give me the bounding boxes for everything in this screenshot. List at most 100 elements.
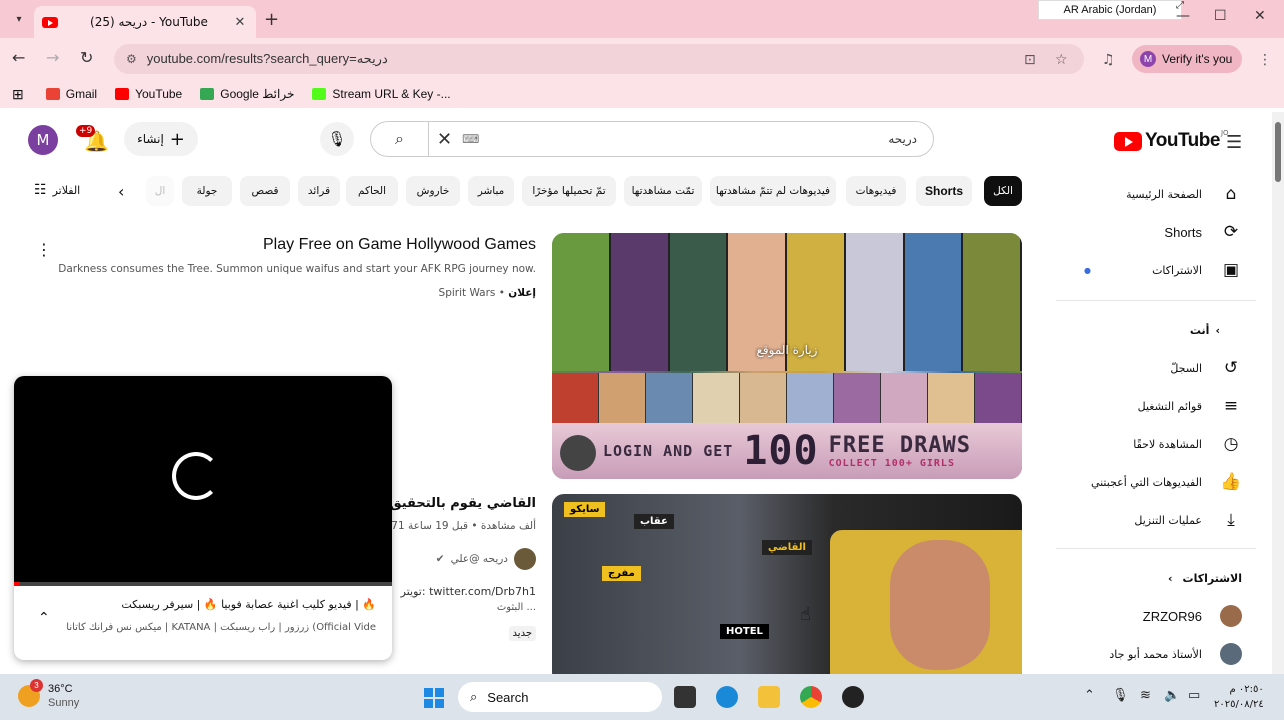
mini-player[interactable]: فيديو كليب اغنية عصابة فوبيا 🔥 | سيرفر ر…: [14, 376, 392, 660]
taskbar-search[interactable]: ⌕ Search: [458, 682, 662, 712]
chip-stories[interactable]: قصص: [240, 176, 290, 206]
bookmark-stream[interactable]: Stream URL & Key -...: [312, 87, 451, 101]
page-scrollbar[interactable]: [1272, 112, 1284, 674]
forward-icon[interactable]: →: [46, 48, 59, 67]
verify-profile-button[interactable]: M Verify it's you: [1132, 45, 1242, 73]
install-app-icon[interactable]: ⊡: [1024, 52, 1036, 68]
chip-recent[interactable]: تمّ تحميلها مؤخرًا: [522, 176, 616, 206]
file-explorer-icon[interactable]: [758, 686, 780, 708]
chip-live[interactable]: مباشر: [468, 176, 514, 206]
chip-unwatched[interactable]: فيديوهات لم تتمّ مشاهدتها: [710, 176, 836, 206]
chevron-left-icon[interactable]: ‹: [118, 182, 124, 201]
minimize-icon[interactable]: —: [1176, 8, 1190, 24]
chip-faded[interactable]: ال: [146, 176, 174, 206]
hamburger-menu-icon[interactable]: ☰: [1226, 132, 1242, 153]
account-avatar[interactable]: M: [28, 125, 58, 155]
chip-watched[interactable]: تمّت مشاهدتها: [624, 176, 702, 206]
sidebar-subs-header[interactable]: ‹ الاشتراكات: [1056, 560, 1256, 596]
sidebar-you-header[interactable]: أنت ‹: [1056, 312, 1256, 348]
chip-all[interactable]: الكل: [984, 176, 1022, 206]
video-channel[interactable]: ✔ دريحه @علي: [436, 548, 536, 570]
tab-search-chevron-icon[interactable]: ▾: [8, 8, 30, 30]
new-tab-icon[interactable]: +: [264, 9, 279, 30]
weather-condition: Sunny: [48, 697, 80, 709]
windows-start-icon[interactable]: [424, 688, 444, 708]
reload-icon[interactable]: ↻: [80, 48, 93, 67]
chip-videos[interactable]: فيديوهات: [846, 176, 906, 206]
you-label: أنت: [1189, 323, 1210, 337]
battery-icon[interactable]: ▭: [1188, 688, 1200, 703]
sidebar-sub-teacher[interactable]: الأستاذ محمد أبو جاد: [1056, 636, 1256, 672]
more-options-icon[interactable]: ⋮: [36, 240, 52, 259]
sidebar-item-playlists[interactable]: قوائم التشغيل ≡: [1056, 388, 1256, 424]
keyboard-icon[interactable]: ⌨: [462, 132, 479, 146]
ad-banner: LOGIN AND GET 100 FREE DRAWS COLLECT 100…: [552, 423, 1022, 479]
sidebar-item-watch-later[interactable]: المشاهدة لاحقًا ◷: [1056, 426, 1256, 462]
ad-badge-icon: [560, 435, 596, 471]
verify-label: Verify it's you: [1162, 52, 1233, 66]
sidebar-item-home[interactable]: الصفحة الرئيسية ⌂: [1056, 176, 1256, 212]
mini-player-video[interactable]: [14, 376, 392, 586]
browser-tab[interactable]: (25) دريحه - YouTube ✕: [34, 6, 256, 38]
bookmark-youtube[interactable]: YouTube: [115, 87, 182, 101]
chip-hakem[interactable]: الحاكم: [346, 176, 398, 206]
sidebar-item-downloads[interactable]: عمليات التنزيل ⤓: [1056, 502, 1256, 538]
filters-button[interactable]: ☷ الفلاتر: [34, 182, 80, 198]
back-icon[interactable]: ←: [12, 48, 25, 67]
ad-title[interactable]: Play Free on Game Hollywood Games: [263, 236, 536, 254]
sidebar-sub-zrzor[interactable]: ZRZOR96: [1056, 598, 1256, 634]
volume-icon[interactable]: 🔈: [1164, 688, 1180, 703]
chip-tour[interactable]: جولة: [182, 176, 232, 206]
chevron-up-icon[interactable]: ⌃: [38, 610, 50, 626]
visit-site-label[interactable]: زيارة الموقع: [552, 343, 1022, 357]
video-thumbnail[interactable]: سايكو عقاب القاضي مفرج HOTEL: [552, 494, 1022, 674]
tab-close-icon[interactable]: ✕: [232, 15, 248, 30]
mini-progress-bar[interactable]: [14, 582, 392, 586]
system-clock[interactable]: ٠٢:٥٠ م ٢٠٢٥/٠٨/٢٤: [1214, 682, 1264, 712]
close-window-icon[interactable]: ✕: [1254, 8, 1266, 24]
filter-chips: ☷ الفلاتر ‹ الكل Shorts فيديوهات فيديوها…: [0, 176, 1030, 208]
sidebar-item-shorts[interactable]: Shorts ⟳: [1056, 214, 1256, 250]
chip-qarayed[interactable]: قرائد: [298, 176, 340, 206]
address-bar[interactable]: ⚙ youtube.com/results?search_query=دريحه: [114, 44, 1084, 74]
obs-icon[interactable]: [842, 686, 864, 708]
media-controls-icon[interactable]: ♫: [1102, 52, 1115, 68]
new-badge: جديد: [508, 626, 536, 641]
create-button[interactable]: إنشاء +: [124, 122, 198, 156]
watch-later-icon: ◷: [1223, 434, 1239, 454]
wifi-icon[interactable]: ≋: [1140, 688, 1151, 703]
youtube-logo[interactable]: YouTube JO: [1114, 129, 1229, 152]
sidebar-item-subscriptions[interactable]: ● الاشتراكات ▣: [1056, 252, 1256, 288]
voice-search-icon[interactable]: 🎙: [320, 122, 354, 156]
ad-thumbnail[interactable]: زيارة الموقع LOGIN AND GET 100 FREE DRAW…: [552, 233, 1022, 479]
sidebar-item-history[interactable]: السجلّ ↺: [1056, 350, 1256, 386]
task-view-icon[interactable]: [674, 686, 696, 708]
weather-widget[interactable]: 3 36°C Sunny: [18, 679, 80, 710]
youtube-play-icon: [1114, 131, 1142, 151]
bookmark-google-maps[interactable]: Google خرائط: [200, 87, 294, 101]
browser-toolbar: ← → ↻ ⚙ youtube.com/results?search_query…: [0, 38, 1284, 80]
edge-icon[interactable]: [716, 686, 738, 708]
search-icon: ⌕: [395, 129, 404, 148]
browser-menu-icon[interactable]: ⋮: [1258, 52, 1272, 68]
chevron-left-icon: ‹: [1215, 323, 1220, 337]
apps-grid-icon[interactable]: ⊞: [12, 86, 24, 103]
microphone-icon[interactable]: 🎙: [1112, 688, 1129, 703]
chip-shorts[interactable]: Shorts: [916, 176, 972, 206]
search-input[interactable]: دريحه: [479, 132, 933, 146]
maximize-icon[interactable]: ☐: [1214, 8, 1227, 24]
search-button[interactable]: ⌕: [371, 122, 429, 156]
maps-icon: [200, 88, 215, 100]
clear-search-icon[interactable]: ✕: [437, 129, 452, 150]
site-info-icon[interactable]: ⚙: [126, 52, 137, 66]
video-description-2: البثوث ...: [496, 602, 536, 613]
youtube-icon: [115, 88, 130, 100]
create-label: إنشاء: [137, 132, 164, 146]
bookmark-star-icon[interactable]: ☆: [1055, 52, 1068, 68]
chip-kharoush[interactable]: خاروش: [406, 176, 460, 206]
sidebar-item-liked[interactable]: الفيديوهات التي أعجبتني 👍: [1056, 464, 1256, 500]
tray-chevron-up-icon[interactable]: ⌃: [1084, 688, 1095, 703]
subs-label: الاشتراكات: [1182, 571, 1242, 585]
chrome-icon[interactable]: [800, 686, 822, 708]
bookmark-gmail[interactable]: Gmail: [45, 87, 97, 101]
